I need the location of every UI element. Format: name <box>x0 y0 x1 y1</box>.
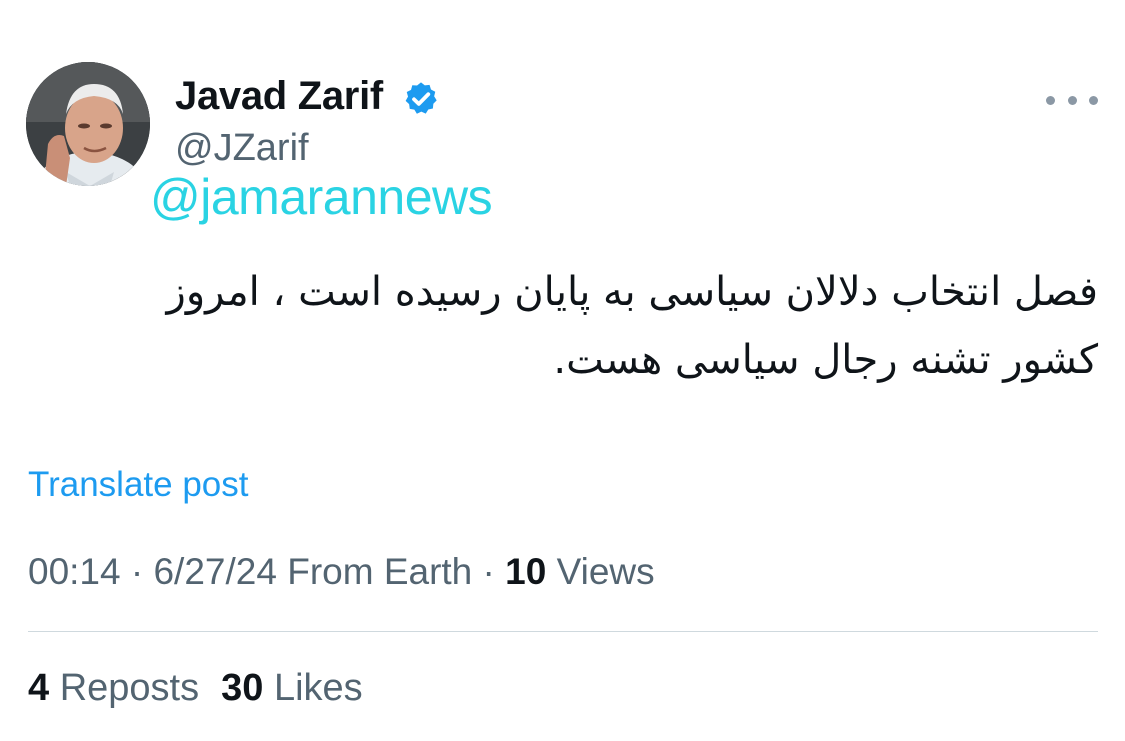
tweet-source: From Earth <box>287 551 473 592</box>
more-dot <box>1089 95 1098 105</box>
likes-stat[interactable]: 30 Likes <box>221 667 363 710</box>
views-count: 10 <box>505 551 547 592</box>
engagement-stats: 4 Reposts 30 Likes <box>28 667 363 710</box>
tweet-text-line: فصل انتخاب دلالان سیاسی به پایان رسیده ا… <box>166 269 1098 315</box>
user-avatar-image <box>26 62 150 186</box>
tweet-text-line: کشور تشنه رجال سیاسی هست. <box>553 337 1098 383</box>
reposts-count: 4 <box>28 667 50 709</box>
author-handle[interactable]: @JZarif <box>175 127 309 170</box>
avatar[interactable] <box>26 62 150 186</box>
likes-count: 30 <box>221 667 264 709</box>
tweet-date[interactable]: 6/27/24 <box>153 551 276 592</box>
verified-badge-icon[interactable] <box>402 80 440 118</box>
reposts-label: Reposts <box>59 667 200 709</box>
tweet-text: فصل انتخاب دلالان سیاسی به پایان رسیده ا… <box>60 258 1098 394</box>
more-dot <box>1067 95 1077 105</box>
divider <box>28 631 1098 632</box>
tweet-time[interactable]: 00:14 <box>28 551 121 592</box>
author-display-name[interactable]: Javad Zarif <box>175 74 383 119</box>
separator: · <box>472 551 506 592</box>
more-dot <box>1046 95 1055 105</box>
translate-post-link[interactable]: Translate post <box>28 465 248 505</box>
reposts-stat[interactable]: 4 Reposts <box>28 667 199 710</box>
likes-label: Likes <box>273 667 363 709</box>
separator: · <box>120 551 154 592</box>
tweet-metadata: 00:14 · 6/27/24 From Earth · 10 Views <box>28 551 655 593</box>
watermark: @jamarannews <box>150 169 493 225</box>
more-options-icon[interactable] <box>1046 86 1098 114</box>
views-label: Views <box>556 551 655 592</box>
